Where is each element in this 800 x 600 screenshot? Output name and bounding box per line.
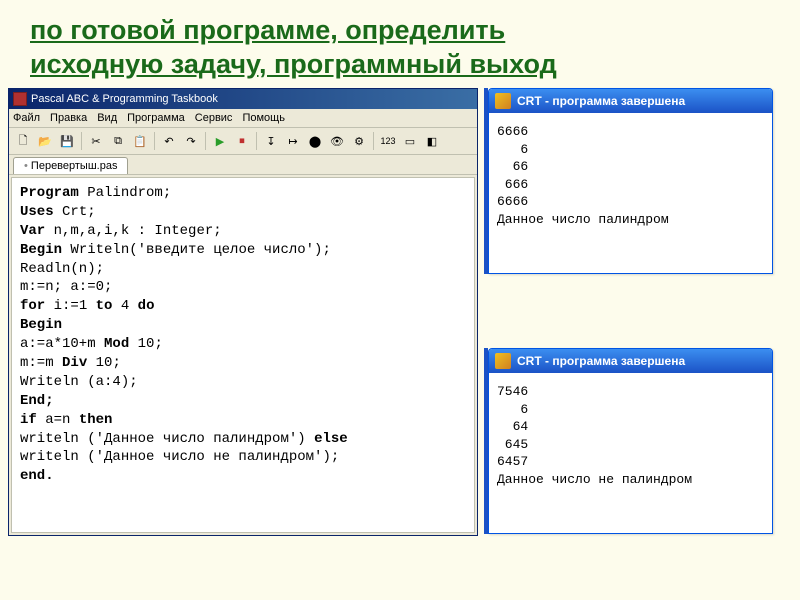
console-icon[interactable]: ◧ [422,131,442,151]
tab-label: Перевертыш.pas [31,160,118,172]
menu-program[interactable]: Программа [127,112,185,124]
code-text: 10; [129,336,163,352]
output-line: 6457 [497,453,764,471]
code-text: Crt; [54,204,96,220]
output-window-1: CRT - программа завершена 6666 6 66 666 … [488,88,773,274]
output-line: 6 [497,141,764,159]
code-keyword: if [20,412,37,428]
output-line: 64 [497,418,764,436]
code-text: Palindrom; [79,185,171,201]
main-area: Pascal ABC & Programming Taskbook Файл П… [8,88,792,592]
task-icon[interactable]: 123 [378,131,398,151]
output-title: CRT - программа завершена [517,94,685,108]
step-into-icon[interactable]: ↧ [261,131,281,151]
undo-icon[interactable]: ↶ [159,131,179,151]
code-text: m:=n; a:=0; [20,279,112,295]
code-text: 10; [87,355,121,371]
toolbar-separator [256,132,257,150]
menubar: Файл Правка Вид Программа Сервис Помощь [9,109,477,128]
code-editor[interactable]: Program Palindrom; Uses Crt; Var n,m,a,i… [11,177,475,533]
save-icon[interactable]: 💾 [57,131,77,151]
output-body: 6666 6 66 666 6666 Данное число палиндро… [489,113,772,238]
output-icon[interactable]: ▭ [400,131,420,151]
output-line: Данное число палиндром [497,211,764,229]
code-text: Writeln (a:4); [20,374,138,390]
menu-help[interactable]: Помощь [242,112,285,124]
code-keyword: Div [62,355,87,371]
output-line: 7546 [497,383,764,401]
toolbar-separator [154,132,155,150]
options-icon[interactable]: ⚙ [349,131,369,151]
copy-icon[interactable]: ⧉ [108,131,128,151]
menu-edit[interactable]: Правка [50,112,87,124]
ide-title: Pascal ABC & Programming Taskbook [31,93,218,105]
code-keyword: Uses [20,204,54,220]
output-line: Данное число не палиндром [497,471,764,489]
app-icon [13,92,27,106]
code-keyword: else [314,431,348,447]
heading-line-1: по готовой программе, определить [30,15,505,45]
output-title: CRT - программа завершена [517,354,685,368]
stop-icon[interactable]: ⏹ [232,131,252,151]
toolbar-separator [81,132,82,150]
code-keyword: then [79,412,113,428]
code-text: Writeln('введите целое число'); [62,242,331,258]
toolbar: 🗋 📂 💾 ✂ ⧉ 📋 ↶ ↷ ▶ ⏹ ↧ ↦ ⬤ 👁 ⚙ 123 ▭ ◧ [9,128,477,155]
code-keyword: Program [20,185,79,201]
output-titlebar: CRT - программа завершена [489,89,772,113]
ide-titlebar: Pascal ABC & Programming Taskbook [9,89,477,109]
code-keyword: to [96,298,113,314]
output-line: 6666 [497,123,764,141]
code-keyword: Mod [104,336,129,352]
output-line: 645 [497,436,764,454]
code-keyword: for [20,298,45,314]
code-text: 4 [112,298,137,314]
code-text: i:=1 [45,298,95,314]
output-line: 66 [497,158,764,176]
code-text: a:=a*10+m [20,336,104,352]
code-text: Readln(n); [20,261,104,277]
crt-icon [495,353,511,369]
open-file-icon[interactable]: 📂 [35,131,55,151]
output-line: 6666 [497,193,764,211]
code-keyword: end. [20,468,54,484]
paste-icon[interactable]: 📋 [130,131,150,151]
output-titlebar: CRT - программа завершена [489,349,772,373]
code-text: a=n [37,412,79,428]
code-text: writeln ('Данное число палиндром') [20,431,314,447]
toolbar-separator [205,132,206,150]
menu-view[interactable]: Вид [97,112,117,124]
code-keyword: do [138,298,155,314]
output-line: 666 [497,176,764,194]
heading-line-2: исходную задачу, программный выход [30,49,557,79]
redo-icon[interactable]: ↷ [181,131,201,151]
code-keyword: Var [20,223,45,239]
output-body: 7546 6 64 645 6457 Данное число не палин… [489,373,772,498]
cut-icon[interactable]: ✂ [86,131,106,151]
toolbar-separator [373,132,374,150]
menu-file[interactable]: Файл [13,112,40,124]
breakpoint-icon[interactable]: ⬤ [305,131,325,151]
step-over-icon[interactable]: ↦ [283,131,303,151]
code-text: n,m,a,i,k : Integer; [45,223,221,239]
menu-service[interactable]: Сервис [195,112,233,124]
code-keyword: Begin [20,242,62,258]
code-text: writeln ('Данное число не палиндром'); [20,449,339,465]
code-keyword: Begin [20,317,62,333]
tab-row: • Перевертыш.pas [9,155,477,175]
crt-icon [495,93,511,109]
code-keyword: End; [20,393,54,409]
code-text: m:=m [20,355,62,371]
output-line: 6 [497,401,764,419]
slide-heading: по готовой программе, определить исходну… [0,0,800,88]
output-window-2: CRT - программа завершена 7546 6 64 645 … [488,348,773,534]
ide-window: Pascal ABC & Programming Taskbook Файл П… [8,88,478,536]
watch-icon[interactable]: 👁 [327,131,347,151]
file-tab[interactable]: • Перевертыш.pas [13,157,128,174]
run-icon[interactable]: ▶ [210,131,230,151]
new-file-icon[interactable]: 🗋 [13,131,33,151]
